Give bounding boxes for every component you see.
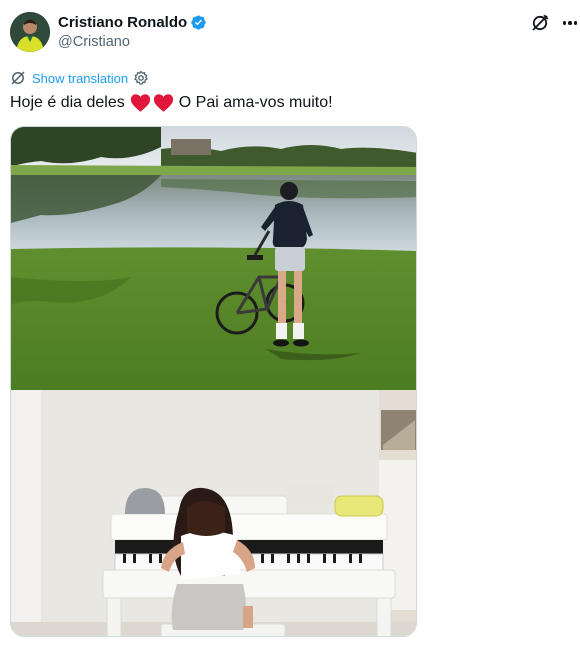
tweet-header: Cristiano Ronaldo @Cristiano [10, 11, 578, 53]
show-translation-link[interactable]: Show translation [10, 69, 149, 87]
photo-girl-playing-white-piano[interactable] [11, 390, 416, 636]
tweet-text-part-1: Hoje é dia deles [10, 94, 125, 111]
handle[interactable]: @Cristiano [58, 34, 207, 50]
grok-icon[interactable] [530, 13, 550, 33]
tweet-media[interactable] [10, 126, 417, 637]
tweet-text: Hoje é dia deles O Pai ama-vos muito! [10, 92, 333, 114]
gear-icon[interactable] [133, 70, 149, 86]
tweet-text-part-2: O Pai ama-vos muito! [178, 94, 333, 111]
more-options-icon[interactable] [559, 13, 580, 33]
verified-badge-icon [191, 15, 206, 29]
photo-boy-with-bicycle-by-lake[interactable] [11, 127, 416, 390]
show-translation-label: Show translation [32, 70, 129, 86]
heart-emoji-icon [130, 93, 174, 113]
author-names: Cristiano Ronaldo @Cristiano [58, 13, 207, 50]
avatar[interactable] [10, 12, 50, 52]
display-name[interactable]: Cristiano Ronaldo [58, 14, 187, 31]
translate-icon [11, 71, 25, 85]
